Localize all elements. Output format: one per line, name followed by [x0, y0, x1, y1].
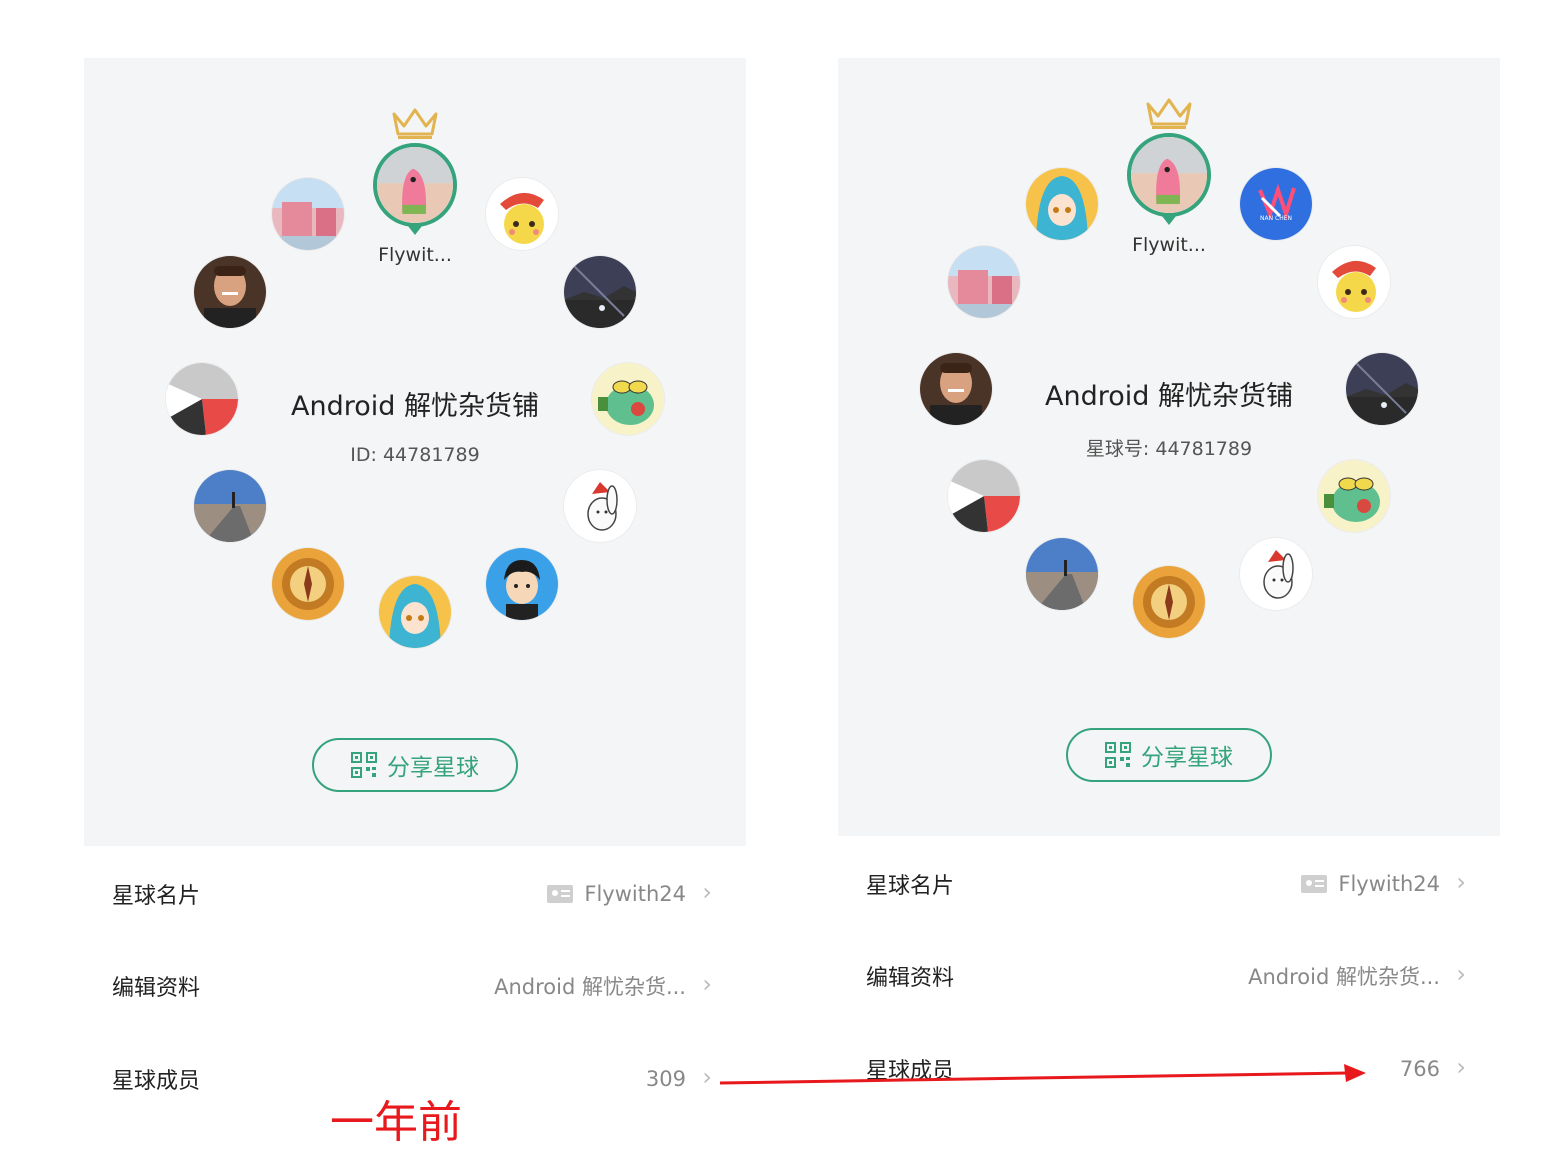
- annotation-text: 一年前: [330, 1097, 462, 1148]
- comparison-arrow: [719, 1064, 1366, 1085]
